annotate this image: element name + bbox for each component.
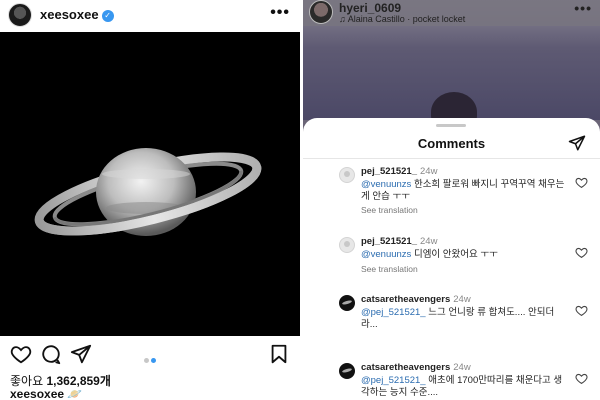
- comment-username[interactable]: catsaretheavengers: [361, 294, 450, 305]
- caption: xeesoxee 🪐: [10, 387, 82, 400]
- reel-username[interactable]: hyeri_0609: [339, 1, 401, 15]
- likes-number: 1,362,859개: [46, 374, 111, 388]
- share-send-icon[interactable]: [568, 134, 586, 152]
- reel-audio-label[interactable]: ♫ Alaina Castillo · pocket locket: [339, 14, 465, 24]
- comment-text: @venuunzs 디엠이 안왔어요 ㅜㅜ: [361, 249, 566, 261]
- caption-username[interactable]: xeesoxee: [10, 387, 64, 400]
- comment-username-row: catsaretheavengers 24w: [361, 294, 471, 305]
- mention-link[interactable]: @pej_521521_: [361, 375, 426, 386]
- comment-username-row: catsaretheavengers 24w: [361, 362, 471, 373]
- avatar[interactable]: [339, 363, 355, 379]
- mention-link[interactable]: @venuunzs: [361, 179, 411, 190]
- share-send-icon[interactable]: [70, 343, 92, 365]
- caption-text: 🪐: [67, 387, 83, 400]
- comment-time: 24w: [453, 362, 471, 373]
- comment-item: pej_521521_ 24w @venuunzs 디엠이 안왔어요 ㅜㅜ See…: [303, 232, 600, 290]
- avatar[interactable]: [8, 3, 32, 27]
- comment-bubble-icon[interactable]: [40, 343, 62, 365]
- avatar[interactable]: [339, 295, 355, 311]
- more-options-icon[interactable]: •••: [574, 0, 592, 16]
- comment-text: @pej_521521_ 느그 언니랑 류 합쳐도.... 안되더라...: [361, 307, 566, 331]
- mention-link[interactable]: @pej_521521_: [361, 307, 426, 318]
- comment-time: 24w: [453, 294, 471, 305]
- comment-username[interactable]: pej_521521_: [361, 236, 417, 247]
- likes-prefix: 좋아요: [10, 374, 44, 388]
- post-username[interactable]: xeesoxee: [40, 7, 99, 22]
- bookmark-icon[interactable]: [268, 343, 290, 365]
- comment-item: catsaretheavengers 24w @pej_521521_ 애초에 1…: [303, 358, 600, 400]
- like-heart-icon[interactable]: [10, 343, 32, 365]
- comment-text: @pej_521521_ 애초에 1700만따리를 채운다고 생각하는 능지 수…: [361, 375, 566, 399]
- carousel-dot: [144, 358, 149, 363]
- comment-item: pej_521521_ 24w @venuunzs 한소희 팔로워 빠지니 꾸역꾸…: [303, 162, 600, 220]
- more-options-icon[interactable]: •••: [270, 4, 290, 22]
- comment-username-row: pej_521521_ 24w: [361, 236, 437, 247]
- carousel-dot-active: [151, 358, 156, 363]
- post-image[interactable]: [0, 32, 300, 336]
- like-heart-icon[interactable]: [575, 372, 588, 385]
- reel-header: hyeri_0609 ♫ Alaina Castillo · pocket lo…: [303, 0, 600, 26]
- comment-body: 디엠이 안왔어요 ㅜㅜ: [411, 249, 498, 260]
- verified-badge-icon: ✓: [101, 10, 114, 22]
- comments-sheet: Comments pej_521521_ 24w @venuunzs 한소희 팔로…: [303, 118, 600, 400]
- comment-username[interactable]: catsaretheavengers: [361, 362, 450, 373]
- like-heart-icon[interactable]: [575, 304, 588, 317]
- carousel-indicator: [143, 350, 157, 368]
- avatar[interactable]: [339, 167, 355, 183]
- mention-link[interactable]: @venuunzs: [361, 249, 411, 260]
- comment-time: 24w: [420, 166, 438, 177]
- comment-item: catsaretheavengers 24w @pej_521521_ 느그 언니…: [303, 290, 600, 348]
- like-heart-icon[interactable]: [575, 246, 588, 259]
- divider: [303, 158, 600, 159]
- see-translation-link[interactable]: See translation: [361, 205, 418, 215]
- comment-username[interactable]: pej_521521_: [361, 166, 417, 177]
- saturn-image: [34, 148, 262, 236]
- drag-handle[interactable]: [436, 124, 466, 127]
- comment-username-row: pej_521521_ 24w: [361, 166, 437, 177]
- sheet-title: Comments: [417, 136, 486, 151]
- avatar[interactable]: [309, 0, 333, 24]
- see-translation-link[interactable]: See translation: [361, 264, 418, 274]
- comment-text: @venuunzs 한소희 팔로워 빠지니 꾸역꾸역 채우는 게 안습 ㅜㅜ: [361, 179, 566, 203]
- post-actions-bar: [0, 340, 300, 366]
- like-heart-icon[interactable]: [575, 176, 588, 189]
- reel-panel: hyeri_0609 ♫ Alaina Castillo · pocket lo…: [303, 0, 600, 400]
- post-username-row[interactable]: xeesoxee ✓: [40, 7, 114, 22]
- avatar[interactable]: [339, 237, 355, 253]
- post-panel: xeesoxee ✓ ••• 좋아요 1,362,859개 xeesoxee 🪐: [0, 0, 300, 400]
- comment-time: 24w: [420, 236, 438, 247]
- post-header: xeesoxee ✓ •••: [0, 0, 300, 32]
